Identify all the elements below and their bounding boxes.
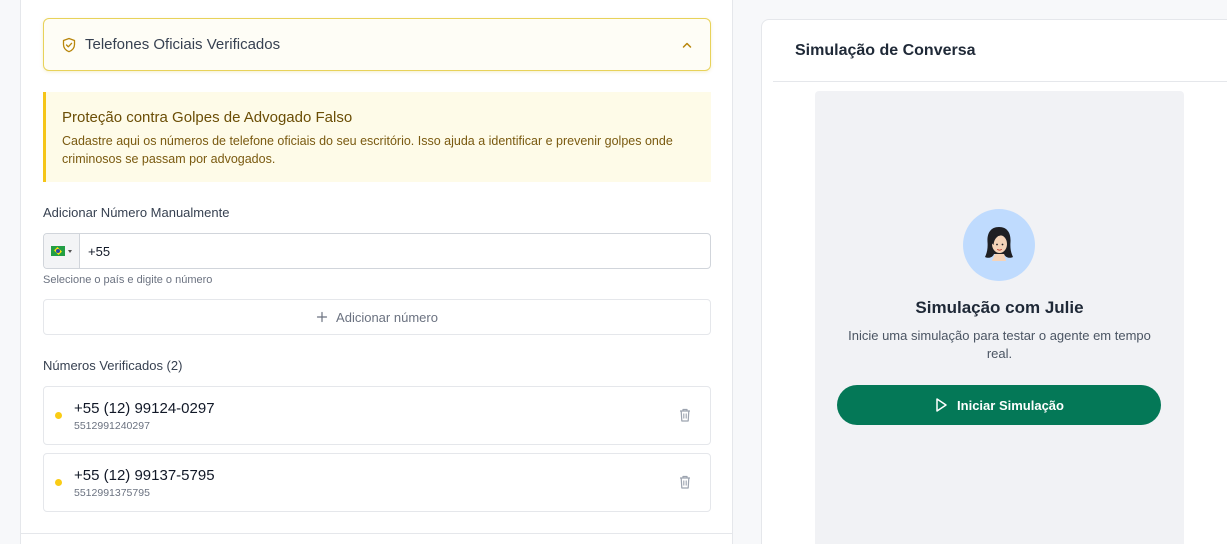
- fake-lawyer-warning: Proteção contra Golpes de Advogado Falso…: [43, 92, 711, 182]
- verified-number-card: +55 (12) 99124-0297 5512991240297: [43, 386, 711, 445]
- panel-header: Simulação de Conversa: [773, 20, 1227, 82]
- woman-avatar-icon: [963, 209, 1035, 281]
- conversation-simulation-panel: Simulação de Conversa Simulação com Juli…: [761, 19, 1227, 544]
- number-raw: 5512991375795: [74, 487, 150, 499]
- trash-icon[interactable]: [678, 474, 692, 490]
- start-simulation-label: Iniciar Simulação: [957, 397, 1064, 413]
- caret-down-icon: [68, 249, 72, 253]
- verified-number-card: +55 (12) 99137-5795 5512991375795: [43, 453, 711, 512]
- accordion-title: Telefones Oficiais Verificados: [85, 36, 281, 53]
- brazil-flag-icon: [51, 246, 65, 256]
- status-dot: [55, 479, 62, 486]
- phone-number-input[interactable]: +55: [88, 244, 110, 259]
- number-raw: 5512991240297: [74, 420, 150, 432]
- official-phones-accordion[interactable]: Telefones Oficiais Verificados: [43, 18, 711, 71]
- plus-icon: [316, 311, 328, 323]
- country-selector[interactable]: [44, 234, 80, 268]
- status-dot: [55, 412, 62, 419]
- add-number-label: Adicionar número: [336, 309, 438, 325]
- trash-icon[interactable]: [678, 407, 692, 423]
- divider: [21, 533, 732, 534]
- simulation-area: Simulação com Julie Inicie uma simulação…: [815, 91, 1184, 544]
- simulation-description: Inicie uma simulação para testar o agent…: [848, 328, 1151, 361]
- number-formatted: +55 (12) 99137-5795: [74, 467, 215, 484]
- start-simulation-button[interactable]: Iniciar Simulação: [837, 385, 1161, 425]
- manual-add-label: Adicionar Número Manualmente: [43, 205, 230, 220]
- shield-check-icon: [61, 37, 77, 53]
- play-icon: [934, 397, 948, 413]
- settings-panel: Telefones Oficiais Verificados Proteção …: [20, 0, 733, 544]
- chevron-up-icon[interactable]: [681, 39, 693, 51]
- warning-title: Proteção contra Golpes de Advogado Falso: [62, 109, 353, 126]
- number-formatted: +55 (12) 99124-0297: [74, 400, 215, 417]
- phone-input-group: +55: [43, 233, 711, 269]
- simulation-title: Simulação com Julie: [915, 298, 1084, 317]
- warning-text: Cadastre aqui os números de telefone ofi…: [62, 134, 673, 166]
- verified-numbers-label: Números Verificados (2): [43, 358, 183, 373]
- panel-title: Simulação de Conversa: [795, 42, 976, 59]
- phone-helper-text: Selecione o país e digite o número: [43, 274, 213, 286]
- add-number-button[interactable]: Adicionar número: [43, 299, 711, 335]
